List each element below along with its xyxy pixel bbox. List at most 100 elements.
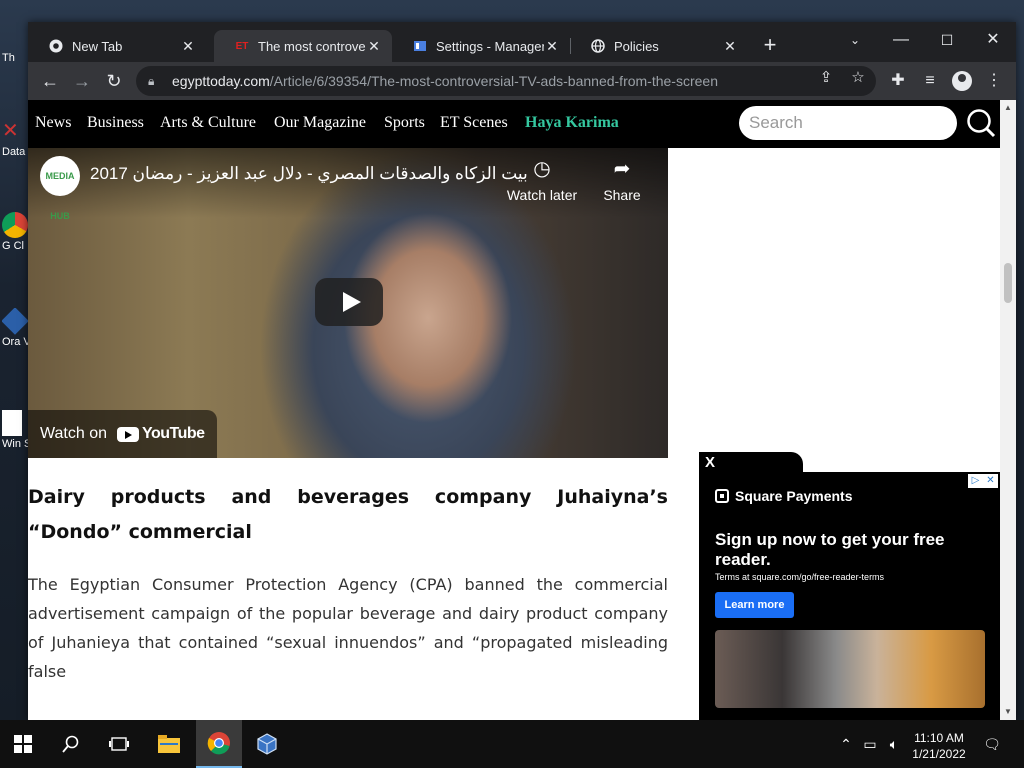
globe-icon [590,38,606,54]
show-hidden-icons-icon[interactable]: ⌃ [836,734,856,754]
browser-toolbar: ← → ↻ 🔒︎ egypttoday.com/Article/6/39354/… [28,62,1016,100]
tab-settings-management[interactable]: Settings - Management ✕ [392,30,570,62]
adchoices-badge[interactable]: ▷ ✕ [968,474,998,488]
nav-sports[interactable]: Sports [384,114,425,132]
adchoices-icon[interactable]: ▷ [968,474,983,488]
youtube-wordmark: YouTube [142,425,205,442]
clock-date: 1/21/2022 [912,747,966,761]
maximize-icon[interactable]: ☐ [924,26,970,54]
close-tab-icon[interactable]: ✕ [722,38,738,55]
article-body: Dairy products and beverages company Juh… [28,480,668,686]
bookmark-star-icon[interactable]: ☆ [846,66,870,90]
desktop-icon[interactable]: G Cl [2,212,30,252]
new-tab-button[interactable]: + [758,34,782,58]
tab-title: Settings - Management [436,38,544,54]
browser-window: New Tab ✕ ET The most controversial TV a… [28,22,1016,720]
watch-later-label: Watch later [506,187,578,203]
nav-news[interactable]: News [35,114,71,132]
nav-et-scenes[interactable]: ET Scenes [440,114,508,132]
desktop-icon-label: Th [2,52,15,64]
network-icon[interactable]: ▭ [860,734,880,754]
file-explorer-button[interactable] [146,720,192,768]
profile-avatar-icon[interactable] [952,71,972,91]
virtualbox-icon [2,308,29,335]
clock-icon: ◷ [533,158,551,180]
scroll-down-icon[interactable]: ▼ [1000,704,1016,720]
desktop-icon-label: Data [2,146,26,158]
clock-time: 11:10 AM [914,731,964,745]
media-control-icon[interactable]: ≡ [918,69,942,93]
tab-egypttoday-article[interactable]: ET The most controversial TV ads banned … [214,30,392,62]
tab-title: The most controversial TV ads banned fro… [258,38,366,54]
play-button[interactable] [315,278,383,326]
nav-arts-culture[interactable]: Arts & Culture [160,114,256,132]
taskbar: ⌃ ▭ 🔈︎ 11:10 AM 1/21/2022 🗨︎ [0,720,1024,768]
nav-haya-karima[interactable]: Haya Karima [525,114,619,132]
desktop-icon[interactable]: Win Sec [2,410,30,450]
desktop-icon[interactable]: Ora Virt [2,308,30,348]
tab-policies[interactable]: Policies ✕ [570,30,748,62]
scrollbar-thumb[interactable] [1004,263,1012,303]
forward-icon[interactable]: → [70,69,94,93]
desktop-icon-label: Ora Virt [2,336,30,348]
virtualbox-icon [257,733,277,755]
close-window-icon[interactable]: ✕ [970,26,1016,54]
document-icon [2,410,22,436]
page-scrollbar[interactable]: ▲ ▼ [1000,100,1016,720]
virtualbox-taskbar-button[interactable] [244,720,290,768]
ad-learn-more-button[interactable]: Learn more [715,592,794,618]
ad-dismiss-icon[interactable]: ✕ [983,474,998,488]
ad-photo [715,630,985,708]
notifications-icon[interactable]: 🗨︎ [982,734,1002,754]
site-search-input[interactable]: Search [739,106,957,140]
close-tab-icon[interactable]: ✕ [544,38,560,55]
close-tab-icon[interactable]: ✕ [180,38,196,55]
square-ad[interactable]: ▷ ✕ Square Payments Sign up now to get yo… [699,472,1000,720]
site-navigation: News Business Arts & Culture Our Magazin… [28,100,1000,148]
search-icon[interactable] [966,108,996,138]
start-button[interactable] [0,720,46,768]
watch-on-youtube-link[interactable]: Watch on YouTube [28,410,217,458]
channel-avatar[interactable]: MEDIA HUB [40,156,80,221]
lock-icon[interactable]: 🔒︎ [148,74,162,89]
task-view-icon [109,737,129,751]
nav-business[interactable]: Business [87,114,144,132]
ad-brand: Square Payments [715,488,853,504]
video-title[interactable]: بيت الزكاه والصدقات المصري - دلال عبد ال… [90,164,528,184]
page-viewport: News Business Arts & Culture Our Magazin… [28,100,1000,720]
desktop-icon[interactable]: ✕ Data [2,118,30,158]
search-icon [62,735,79,753]
desktop-icon-label: Win Sec [2,438,30,450]
desktop-icon[interactable]: Th [2,52,30,64]
search-button[interactable] [48,720,94,768]
share-button[interactable]: ➦ Share [582,156,662,203]
youtube-embed[interactable]: MEDIA HUB بيت الزكاه والصدقات المصري - د… [28,148,668,458]
chrome-icon [48,38,64,54]
back-icon[interactable]: ← [38,69,62,93]
share-page-icon[interactable]: ⇪ [814,66,838,90]
more-menu-icon[interactable]: ⋮ [982,69,1006,93]
minimize-icon[interactable]: — [878,26,924,54]
task-view-button[interactable] [96,720,142,768]
address-bar[interactable]: 🔒︎ egypttoday.com/Article/6/39354/The-mo… [136,66,876,96]
system-clock[interactable]: 11:10 AM 1/21/2022 [902,730,976,762]
nav-our-magazine[interactable]: Our Magazine [274,114,366,132]
reload-icon[interactable]: ↻ [102,69,126,93]
article-paragraph: The Egyptian Consumer Protection Agency … [28,575,668,681]
chrome-taskbar-button[interactable] [196,720,242,768]
watch-on-label: Watch on [40,425,107,442]
close-tab-icon[interactable]: ✕ [366,38,382,55]
chrome-icon [207,732,230,755]
tab-strip: New Tab ✕ ET The most controversial TV a… [28,22,1016,62]
watch-later-button[interactable]: ◷ Watch later [502,156,582,203]
share-arrow-icon: ➦ [613,158,631,180]
scroll-up-icon[interactable]: ▲ [1000,100,1016,116]
volume-muted-icon[interactable]: 🔈︎ [884,734,904,754]
url-domain: egypttoday.com [172,73,270,89]
tab-new-tab[interactable]: New Tab ✕ [28,30,206,62]
tab-search-icon[interactable]: ⌄ [832,26,878,54]
ad-terms: Terms at square.com/go/free-reader-terms [715,572,885,582]
tab-title: Policies [614,38,659,54]
extensions-icon[interactable]: ✚ [886,69,910,93]
ad-close-button[interactable]: X [699,452,803,474]
